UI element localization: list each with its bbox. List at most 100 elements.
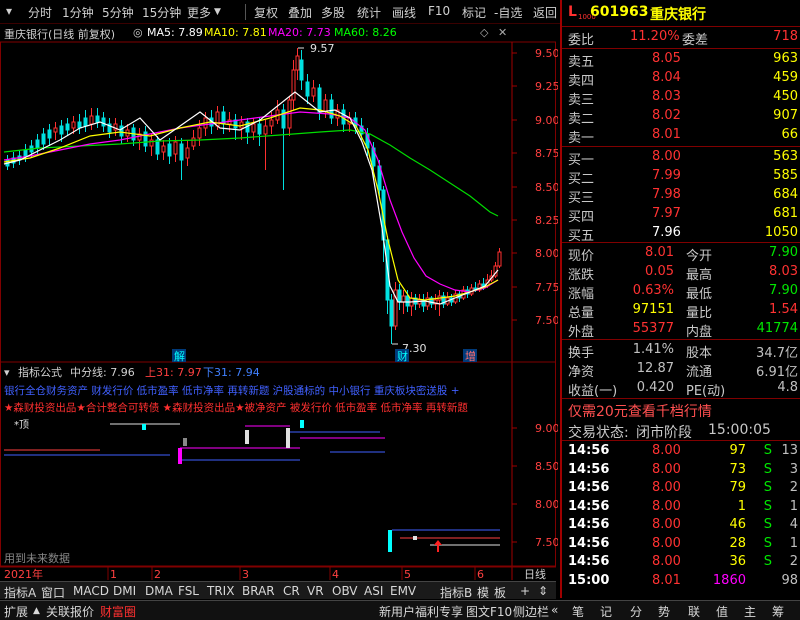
stat-label: 涨跌 bbox=[568, 268, 595, 283]
tab-sidebar[interactable]: 侧边栏 bbox=[513, 603, 549, 620]
sell-row[interactable]: 卖二 8.02 907 bbox=[562, 107, 800, 127]
kline-chart[interactable]: 9.50 9.25 9.00 8.75 8.50 8.25 8.00 7.75 … bbox=[0, 0, 558, 598]
lower-line-label: 下31: 7.94 bbox=[203, 366, 260, 379]
x-axis-year: 2021年 bbox=[4, 567, 43, 581]
tab-analysis[interactable]: 分 bbox=[630, 603, 642, 620]
tab-indicator-b[interactable]: 指标B bbox=[440, 584, 472, 601]
increase-marker[interactable]: 增 bbox=[465, 349, 476, 363]
ma60-line bbox=[3, 129, 499, 217]
tick-time: 14:56 bbox=[568, 535, 610, 551]
tab-related-quotes[interactable]: 关联报价 bbox=[46, 603, 94, 620]
price-tick: 9.00 bbox=[535, 114, 558, 127]
price-tick: 8.75 bbox=[535, 147, 558, 160]
candle-body bbox=[161, 145, 166, 153]
tick-side: S bbox=[763, 461, 772, 477]
tab-dma[interactable]: DMA bbox=[145, 584, 173, 598]
news-ticker-line2[interactable]: ★森财投资出品★合计整合可转债 ★森财投资出品★被净资产 被发行价 低市盈率 低… bbox=[4, 401, 468, 414]
scroll-icon[interactable]: ⇕ bbox=[538, 584, 548, 598]
buy-row[interactable]: 买五 7.96 1050 bbox=[562, 224, 800, 244]
stat-label: PE(动) bbox=[686, 384, 726, 399]
tab-asi[interactable]: ASI bbox=[364, 584, 383, 598]
tab-emv[interactable]: EMV bbox=[390, 584, 416, 598]
buy-row[interactable]: 买三 7.98 684 bbox=[562, 186, 800, 206]
tab-trix[interactable]: TRIX bbox=[207, 584, 234, 598]
tab-board[interactable]: 板 bbox=[494, 584, 506, 601]
stat-value: 41774 bbox=[756, 321, 798, 336]
tick-time: 14:56 bbox=[568, 461, 610, 477]
wei-cha-label: 委差 bbox=[682, 33, 709, 48]
tick-price: 8.00 bbox=[652, 461, 681, 477]
tick-price: 8.00 bbox=[652, 443, 681, 458]
tab-notes[interactable]: 记 bbox=[600, 603, 612, 620]
sell-row[interactable]: 卖一 8.01 66 bbox=[562, 126, 800, 146]
upper-line-label: 上31: 7.97 bbox=[145, 366, 202, 379]
tab-value[interactable]: 值 bbox=[716, 603, 728, 620]
stat-row: 现价 8.01 今开 7.90 bbox=[562, 244, 800, 264]
promo-link[interactable]: 新用户福利专享 bbox=[379, 603, 463, 620]
tab-fsl[interactable]: FSL bbox=[178, 584, 199, 598]
stat-value: 55377 bbox=[632, 321, 674, 336]
stat-label: 最高 bbox=[686, 268, 713, 283]
candle-body bbox=[497, 251, 502, 267]
tab-cr[interactable]: CR bbox=[283, 584, 300, 598]
stock-header: L 1000 601963 重庆银行 bbox=[562, 3, 800, 25]
tab-template[interactable]: 模 bbox=[477, 584, 489, 601]
stat-value: 8.03 bbox=[769, 264, 798, 279]
news-ticker-line1[interactable]: 银行全仓财务资产 财发行价 低市盈率 低市净率 再转新题 沪股通标的 中小银行 … bbox=[4, 384, 460, 397]
future-data-note: 用到未来数据 bbox=[4, 551, 70, 565]
sell-row[interactable]: 卖五 8.05 963 bbox=[562, 50, 800, 70]
wei-bi-value: 11.20% bbox=[630, 29, 680, 44]
indicator-title[interactable]: 指标公式 bbox=[18, 365, 62, 379]
order-price: 8.03 bbox=[652, 89, 681, 104]
depth-promo-text[interactable]: 仅需20元查看千档行情 bbox=[568, 401, 712, 421]
buy-row[interactable]: 买一 8.00 563 bbox=[562, 148, 800, 168]
stat-label: 流通 bbox=[686, 365, 713, 380]
tab-window[interactable]: 窗口 bbox=[41, 584, 65, 601]
candle-body bbox=[59, 125, 64, 135]
period-label[interactable]: 日线 bbox=[524, 567, 546, 581]
buy-row[interactable]: 买四 7.97 681 bbox=[562, 205, 800, 225]
buy-row[interactable]: 买二 7.99 585 bbox=[562, 167, 800, 187]
tick-time: 14:56 bbox=[568, 498, 610, 514]
finance-marker[interactable]: 财 bbox=[397, 349, 408, 363]
unlock-marker[interactable]: 解 bbox=[174, 349, 185, 363]
tab-macd[interactable]: MACD bbox=[73, 584, 109, 598]
tick-count: 2 bbox=[789, 480, 798, 495]
candle-body bbox=[263, 125, 268, 135]
tick-row: 14:56 8.00 1 S 1 bbox=[562, 498, 800, 517]
expand-chevron-icon[interactable]: ▲ bbox=[33, 606, 40, 616]
tick-price: 8.00 bbox=[652, 535, 681, 551]
tab-f10[interactable]: 图文F10 bbox=[466, 603, 512, 620]
tab-wealth-circle[interactable]: 财富圈 bbox=[100, 603, 136, 620]
stat-row: 收益(一) 0.420 PE(动) 4.8 bbox=[562, 379, 800, 399]
collapse-icon[interactable]: ▾ bbox=[4, 366, 10, 379]
x-axis: 2021年 1 2 3 4 5 6 日线 bbox=[0, 566, 556, 581]
tab-obv[interactable]: OBV bbox=[332, 584, 358, 598]
add-tab-icon[interactable]: + bbox=[520, 584, 530, 598]
tick-row: 14:56 8.00 36 S 2 bbox=[562, 553, 800, 572]
tab-chips[interactable]: 筹 bbox=[772, 603, 784, 620]
tab-trend[interactable]: 势 bbox=[658, 603, 670, 620]
stat-label: 内盘 bbox=[686, 325, 713, 340]
stat-value: 7.90 bbox=[769, 245, 798, 260]
order-price: 8.04 bbox=[652, 70, 681, 85]
tab-main[interactable]: 主 bbox=[744, 603, 756, 620]
sidebar-chevron-icon[interactable]: « bbox=[551, 603, 558, 617]
price-y-axis: 9.50 9.25 9.00 8.75 8.50 8.25 8.00 7.75 … bbox=[512, 47, 558, 327]
tab-note[interactable]: 笔 bbox=[572, 603, 584, 620]
tick-count: 13 bbox=[781, 443, 798, 458]
tab-indicator-a[interactable]: 指标A bbox=[4, 584, 36, 601]
tab-vr[interactable]: VR bbox=[307, 584, 324, 598]
tab-brar[interactable]: BRAR bbox=[242, 584, 275, 598]
candle-body bbox=[185, 147, 190, 159]
top-label: *顶 bbox=[14, 419, 29, 431]
sell-row[interactable]: 卖三 8.03 450 bbox=[562, 88, 800, 108]
depth-promo[interactable]: 仅需20元查看千档行情 bbox=[562, 400, 800, 421]
tab-dmi[interactable]: DMI bbox=[113, 584, 136, 598]
tab-link[interactable]: 联 bbox=[688, 603, 700, 620]
order-label: 卖三 bbox=[568, 93, 595, 108]
sell-row[interactable]: 卖四 8.04 459 bbox=[562, 69, 800, 89]
tab-expand[interactable]: 扩展 bbox=[4, 603, 28, 620]
x-axis-month: 5 bbox=[404, 568, 411, 581]
order-price: 7.96 bbox=[652, 225, 681, 240]
